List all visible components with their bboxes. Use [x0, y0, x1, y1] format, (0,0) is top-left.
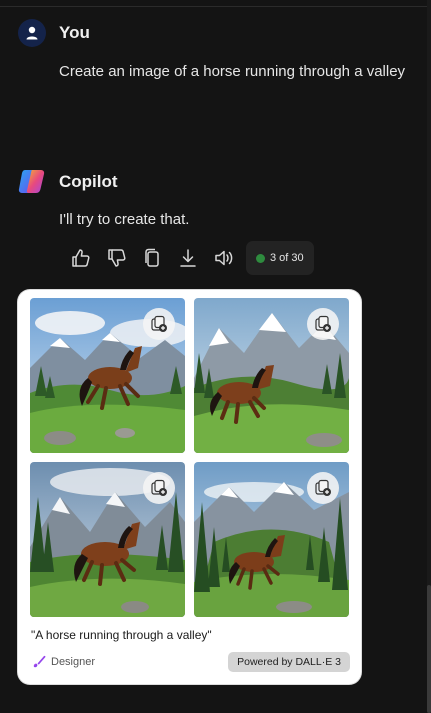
- designer-label: Designer: [51, 656, 96, 668]
- thumbs-up-icon: [72, 249, 90, 267]
- copy-button[interactable]: [134, 241, 170, 275]
- scrollbar-track[interactable]: [427, 0, 431, 713]
- image-counter-badge: 3 of 30: [246, 241, 314, 275]
- copy-to-collection-icon: [151, 479, 167, 496]
- copy-to-collection-icon: [315, 315, 331, 332]
- top-divider: [0, 6, 431, 7]
- copy-to-collection-icon: [315, 479, 331, 496]
- generated-images-card: "A horse running through a valley" Desig…: [18, 290, 361, 684]
- message-actions: 3 of 30: [62, 241, 314, 275]
- scrollbar-thumb[interactable]: [427, 585, 431, 713]
- generated-image-4[interactable]: [194, 462, 349, 617]
- copilot-message: I'll try to create that.: [59, 211, 190, 228]
- designer-icon: [33, 655, 46, 668]
- user-message: Create an image of a horse running throu…: [59, 63, 406, 80]
- copy-to-collection-icon: [151, 315, 167, 332]
- like-button[interactable]: [62, 241, 98, 275]
- speaker-icon: [215, 250, 233, 266]
- thumbs-down-icon: [108, 249, 126, 267]
- generated-image-3[interactable]: [30, 462, 185, 617]
- add-to-collection-button[interactable]: [143, 308, 175, 340]
- image-prompt-caption: "A horse running through a valley": [31, 628, 212, 642]
- copilot-name: Copilot: [59, 172, 118, 191]
- add-to-collection-button[interactable]: [307, 472, 339, 504]
- status-dot: [256, 253, 265, 263]
- download-button[interactable]: [170, 241, 206, 275]
- designer-link[interactable]: Designer: [31, 654, 95, 670]
- image-counter-text: 3 of 30: [270, 252, 304, 264]
- read-aloud-button[interactable]: [206, 241, 242, 275]
- copy-icon: [145, 248, 159, 267]
- dislike-button[interactable]: [98, 241, 134, 275]
- generated-image-2[interactable]: [194, 298, 349, 453]
- user-icon: [26, 26, 38, 40]
- powered-by-badge: Powered by DALL·E 3: [228, 652, 350, 672]
- download-icon: [180, 249, 196, 267]
- add-to-collection-button[interactable]: [143, 472, 175, 504]
- copilot-logo-icon: [18, 170, 45, 193]
- generated-image-1[interactable]: [30, 298, 185, 453]
- user-avatar: [18, 19, 46, 47]
- user-name: You: [59, 23, 90, 42]
- add-to-collection-button[interactable]: [307, 308, 339, 340]
